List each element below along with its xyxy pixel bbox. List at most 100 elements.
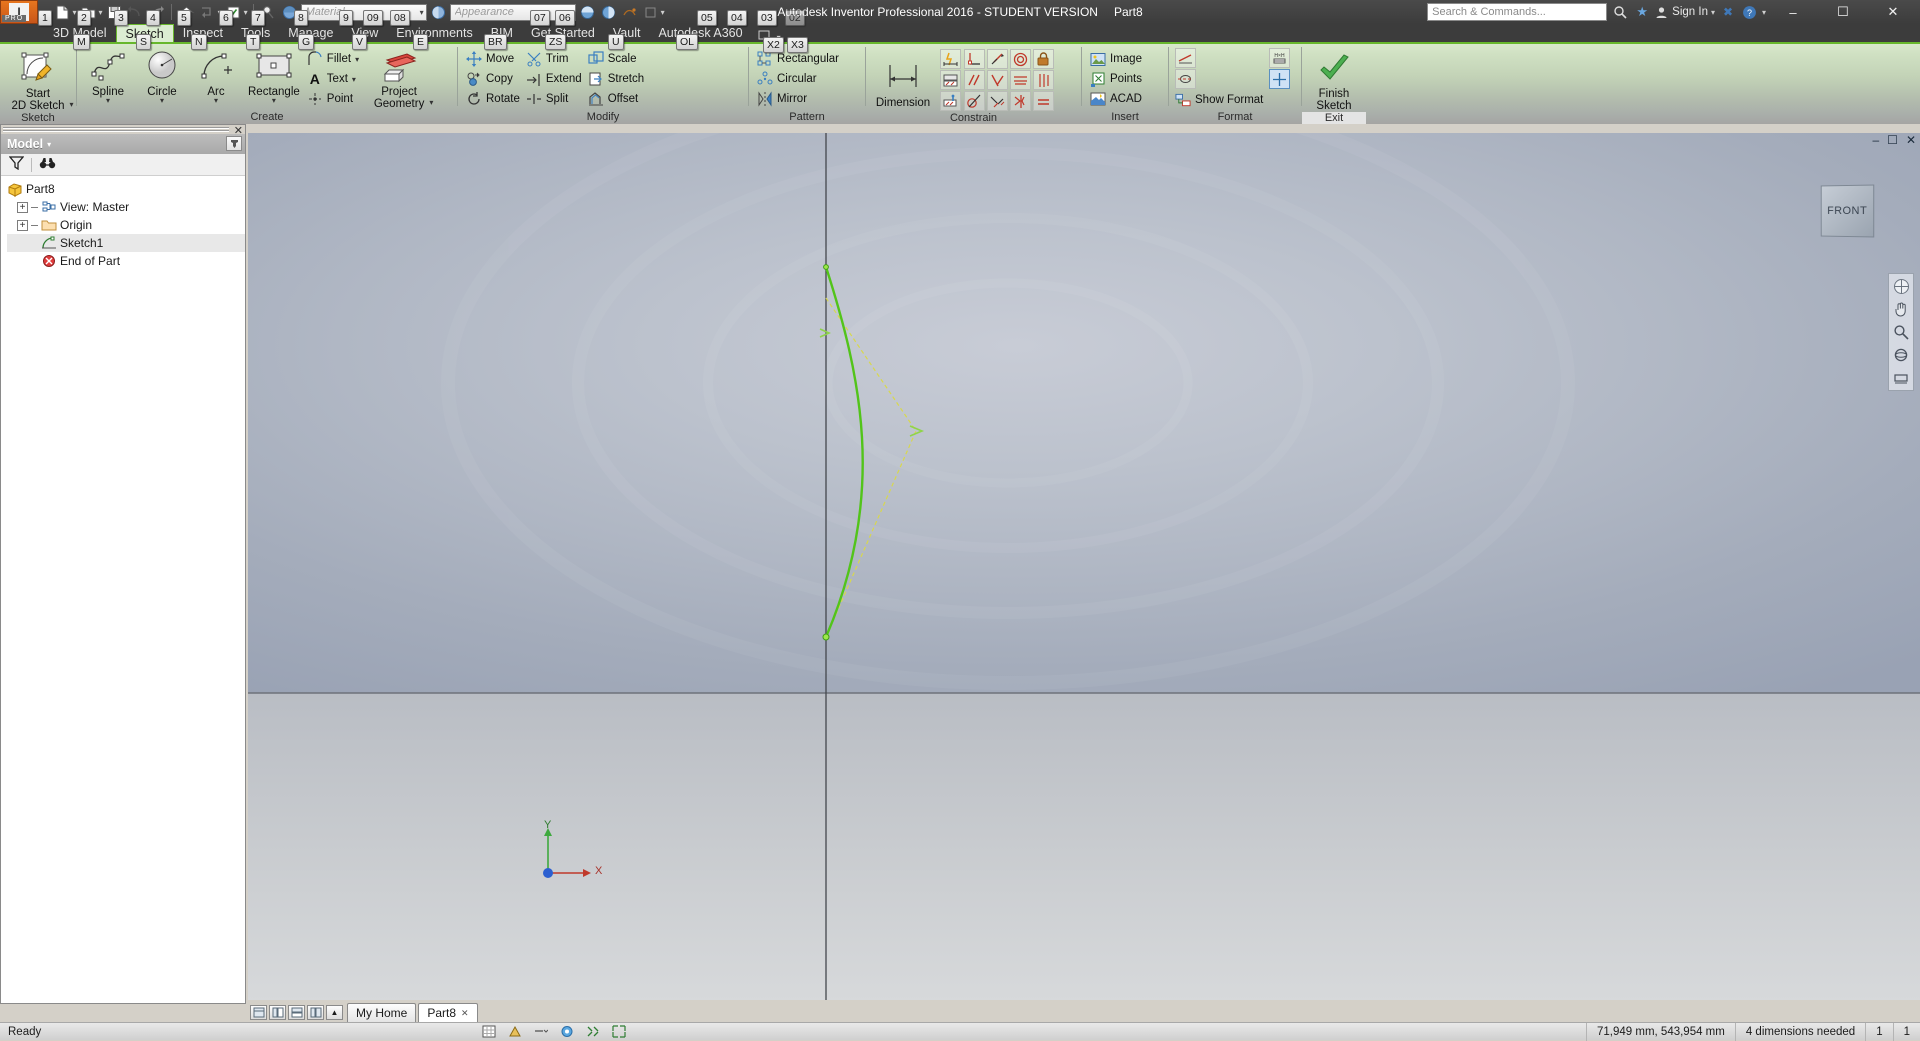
browser-pin-button[interactable] xyxy=(226,136,242,151)
document-tab-close-icon[interactable]: ✕ xyxy=(461,1008,469,1019)
qat-update-dropdown-icon[interactable]: ▾ xyxy=(244,8,248,17)
pan-icon[interactable] xyxy=(1891,300,1911,318)
equal-constraint-button[interactable] xyxy=(1033,91,1054,111)
document-tab-part8[interactable]: Part8 ✕ xyxy=(418,1003,478,1022)
insert-image-button[interactable]: Image xyxy=(1088,49,1146,69)
collapse-tab-bar-button[interactable]: ▲ xyxy=(326,1005,343,1020)
qat-open-dropdown-icon[interactable]: ▾ xyxy=(99,8,103,17)
insert-acad-button[interactable]: ACAD xyxy=(1088,89,1146,109)
model-view-icon[interactable] xyxy=(250,1005,267,1020)
spline-dropdown-icon[interactable]: ▾ xyxy=(106,97,110,105)
view-cube[interactable]: FRONT xyxy=(1820,184,1875,238)
vertical-constraint-button[interactable] xyxy=(1033,70,1054,90)
snap-icon[interactable] xyxy=(507,1024,523,1039)
tile-horizontal-icon[interactable] xyxy=(288,1005,305,1020)
graphics-minimize-button[interactable]: – xyxy=(1872,134,1879,146)
tab-autodesk-a360[interactable]: Autodesk A360 xyxy=(649,24,751,42)
filter-icon[interactable] xyxy=(8,156,25,173)
full-navigation-wheel-icon[interactable] xyxy=(1891,277,1911,295)
two-pane-icon[interactable] xyxy=(269,1005,286,1020)
show-constraints-button[interactable] xyxy=(940,70,961,90)
dimension-button[interactable]: Dimension xyxy=(870,47,936,109)
parallel-constraint-button[interactable] xyxy=(964,70,985,90)
window-maximize-button[interactable]: ☐ xyxy=(1820,0,1866,24)
tree-expander[interactable]: + xyxy=(17,201,28,213)
binoculars-icon[interactable] xyxy=(39,156,56,173)
fillet-dropdown-icon[interactable]: ▾ xyxy=(355,55,359,64)
qat-new-button[interactable] xyxy=(53,3,72,22)
qat-return-button[interactable] xyxy=(198,3,217,22)
tab-environments[interactable]: Environments xyxy=(387,24,481,42)
symmetric-constraint-button[interactable] xyxy=(1010,91,1031,111)
fillet-button[interactable]: Fillet ▾ xyxy=(305,49,363,69)
offset-button[interactable]: Offset xyxy=(586,89,648,109)
document-tab-my-home[interactable]: My Home xyxy=(347,1003,417,1022)
collinear-constraint-button[interactable] xyxy=(987,49,1008,69)
fix-constraint-button[interactable] xyxy=(1033,49,1054,69)
graphics-window[interactable]: Y X – ☐ ✕ FRONT xyxy=(248,133,1920,1002)
search-input[interactable]: Search & Commands... xyxy=(1427,3,1608,21)
tree-node-part8[interactable]: Part8 xyxy=(7,180,245,198)
dimension-display-button[interactable]: H×H xyxy=(1269,48,1291,68)
annotate-icon[interactable] xyxy=(585,1024,601,1039)
window-minimize-button[interactable]: – xyxy=(1770,0,1816,24)
trim-button[interactable]: Trim xyxy=(524,49,586,69)
project-geometry-button[interactable]: Project Geometry ▾ xyxy=(363,46,435,110)
grid-icon[interactable] xyxy=(481,1024,497,1039)
graphics-canvas[interactable] xyxy=(248,133,1920,1002)
qat-undo-button[interactable] xyxy=(126,3,145,22)
constraint-settings-button[interactable] xyxy=(940,91,961,111)
coincident-constraint-button[interactable] xyxy=(964,49,985,69)
tree-node-sketch1[interactable]: Sketch1 xyxy=(7,234,245,252)
show-format-button[interactable]: Show Format xyxy=(1175,90,1267,110)
finish-sketch-button[interactable]: Finish Sketch xyxy=(1307,48,1361,112)
smooth-constraint-button[interactable] xyxy=(987,91,1008,111)
scale-button[interactable]: Scale xyxy=(586,49,648,69)
circle-dropdown-icon[interactable]: ▾ xyxy=(160,97,164,105)
concentric-constraint-button[interactable] xyxy=(1010,49,1031,69)
sign-in-dropdown-icon[interactable]: ▾ xyxy=(1711,8,1715,17)
insert-points-button[interactable]: Points xyxy=(1088,69,1146,89)
qat-appearance-button[interactable] xyxy=(429,3,448,22)
qat-clear-appearance-button[interactable] xyxy=(620,3,639,22)
rectangle-button[interactable]: Rectangle ▾ xyxy=(243,46,305,105)
qat-appearance-swatch-1-button[interactable] xyxy=(578,3,597,22)
point-button[interactable]: Point xyxy=(305,89,363,109)
construction-format-button[interactable] xyxy=(1175,48,1196,68)
look-at-icon[interactable] xyxy=(1891,369,1911,387)
copy-button[interactable]: Copy xyxy=(464,69,524,89)
split-button[interactable]: Split xyxy=(524,89,586,109)
graphics-restore-button[interactable]: ☐ xyxy=(1887,134,1898,146)
tree-node-origin[interactable]: + Origin xyxy=(7,216,245,234)
auto-dimension-button[interactable] xyxy=(940,49,961,69)
start-2d-sketch-button[interactable]: Start 2D Sketch ▾ xyxy=(6,48,74,112)
sign-in-button[interactable]: Sign In ▾ xyxy=(1655,6,1715,19)
tree-node-end-of-part[interactable]: End of Part xyxy=(7,252,245,270)
mirror-button[interactable]: Mirror xyxy=(755,89,843,109)
circle-button[interactable]: Circle ▾ xyxy=(135,46,189,105)
centerline-format-button[interactable] xyxy=(1175,69,1196,89)
horizontal-constraint-button[interactable] xyxy=(1010,70,1031,90)
orbit-icon[interactable] xyxy=(1891,346,1911,364)
project-geometry-dropdown-icon[interactable]: ▾ xyxy=(429,97,433,109)
help-dropdown-icon[interactable]: ▾ xyxy=(1762,8,1766,17)
exchange-apps-icon[interactable]: ✖ xyxy=(1719,3,1737,21)
qat-appearance-swatch-2-button[interactable] xyxy=(599,3,618,22)
expand-icon[interactable] xyxy=(611,1024,627,1039)
record-icon[interactable] xyxy=(559,1024,575,1039)
star-icon[interactable]: ★ xyxy=(1633,3,1651,21)
move-button[interactable]: Move xyxy=(464,49,524,69)
circular-pattern-button[interactable]: Circular xyxy=(755,69,843,89)
zoom-icon[interactable] xyxy=(1891,323,1911,341)
start-2d-sketch-dropdown-icon[interactable]: ▾ xyxy=(70,99,74,111)
rotate-button[interactable]: Rotate xyxy=(464,89,524,109)
search-icon[interactable] xyxy=(1611,3,1629,21)
tree-expander[interactable]: + xyxy=(17,219,28,231)
qat-overflow-dropdown-icon[interactable]: ▾ xyxy=(661,8,665,17)
arc-dropdown-icon[interactable]: ▾ xyxy=(214,97,218,105)
qat-new-dropdown-icon[interactable]: ▾ xyxy=(73,8,77,17)
arc-button[interactable]: Arc ▾ xyxy=(189,46,243,105)
tile-vertical-icon[interactable] xyxy=(307,1005,324,1020)
material-combo-caret-icon[interactable]: ▾ xyxy=(420,8,424,17)
qat-adjust-button[interactable] xyxy=(641,3,660,22)
